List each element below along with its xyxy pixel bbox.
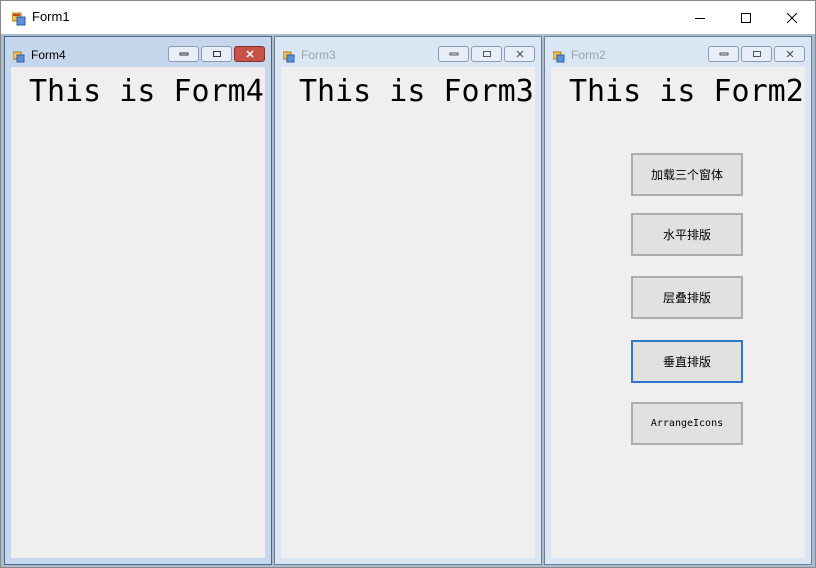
form3-heading: This is Form3 [299, 74, 534, 109]
arrange-icons-button[interactable]: ArrangeIcons [631, 402, 743, 445]
close-icon [786, 50, 793, 58]
form-icon [12, 48, 25, 63]
horizontal-layout-button[interactable]: 水平排版 [631, 213, 743, 256]
cascade-layout-button[interactable]: 层叠排版 [631, 276, 743, 319]
close-icon [786, 12, 798, 23]
window-title: Form1 [32, 9, 70, 24]
form4-title: Form4 [31, 48, 66, 62]
form2-client-area: This is Form2 加载三个窗体 水平排版 层叠排版 垂直排版 Arra… [551, 67, 805, 558]
form4-close-button[interactable] [234, 46, 265, 62]
form2-maximize-button[interactable] [741, 46, 772, 62]
minimize-button[interactable] [677, 1, 723, 34]
form-app-icon [11, 11, 26, 26]
vertical-layout-button[interactable]: 垂直排版 [631, 340, 743, 383]
form-icon [282, 48, 295, 63]
form3-caption[interactable]: Form3 [275, 37, 541, 67]
minimize-icon [719, 52, 728, 56]
minimize-icon [695, 17, 705, 19]
form4-heading: This is Form4 [29, 74, 264, 109]
maximize-icon [482, 51, 491, 57]
maximize-button[interactable] [723, 1, 769, 34]
maximize-icon [752, 51, 761, 57]
form3-window[interactable]: Form3 This is Form3 [274, 36, 542, 565]
load-three-forms-button[interactable]: 加载三个窗体 [631, 153, 743, 196]
maximize-icon [741, 12, 751, 23]
form2-minimize-button[interactable] [708, 46, 739, 62]
title-bar[interactable]: Form1 [1, 1, 815, 34]
form3-minimize-button[interactable] [438, 46, 469, 62]
minimize-icon [179, 52, 188, 56]
form2-window[interactable]: Form2 This is Form2 加载三个窗体 水平排版 层叠排版 垂直排… [544, 36, 812, 565]
form4-minimize-button[interactable] [168, 46, 199, 62]
form3-client-area: This is Form3 [281, 67, 535, 558]
form2-heading: This is Form2 [569, 74, 804, 109]
close-button[interactable] [769, 1, 815, 34]
form4-window[interactable]: Form4 This is Form4 [4, 36, 272, 565]
close-icon [516, 50, 523, 58]
form4-client-area: This is Form4 [11, 67, 265, 558]
form2-caption[interactable]: Form2 [545, 37, 811, 67]
maximize-icon [212, 51, 221, 57]
main-window: Form1 Form4 This is Form4 Form3 This is … [0, 0, 816, 568]
form4-caption[interactable]: Form4 [5, 37, 271, 67]
close-icon [245, 50, 254, 58]
minimize-icon [449, 52, 458, 56]
form2-title: Form2 [571, 48, 606, 62]
form4-maximize-button[interactable] [201, 46, 232, 62]
form3-title: Form3 [301, 48, 336, 62]
form-icon [552, 48, 565, 63]
form3-maximize-button[interactable] [471, 46, 502, 62]
mdi-container: Form4 This is Form4 Form3 This is Form3 … [1, 34, 815, 567]
form2-close-button[interactable] [774, 46, 805, 62]
form3-close-button[interactable] [504, 46, 535, 62]
